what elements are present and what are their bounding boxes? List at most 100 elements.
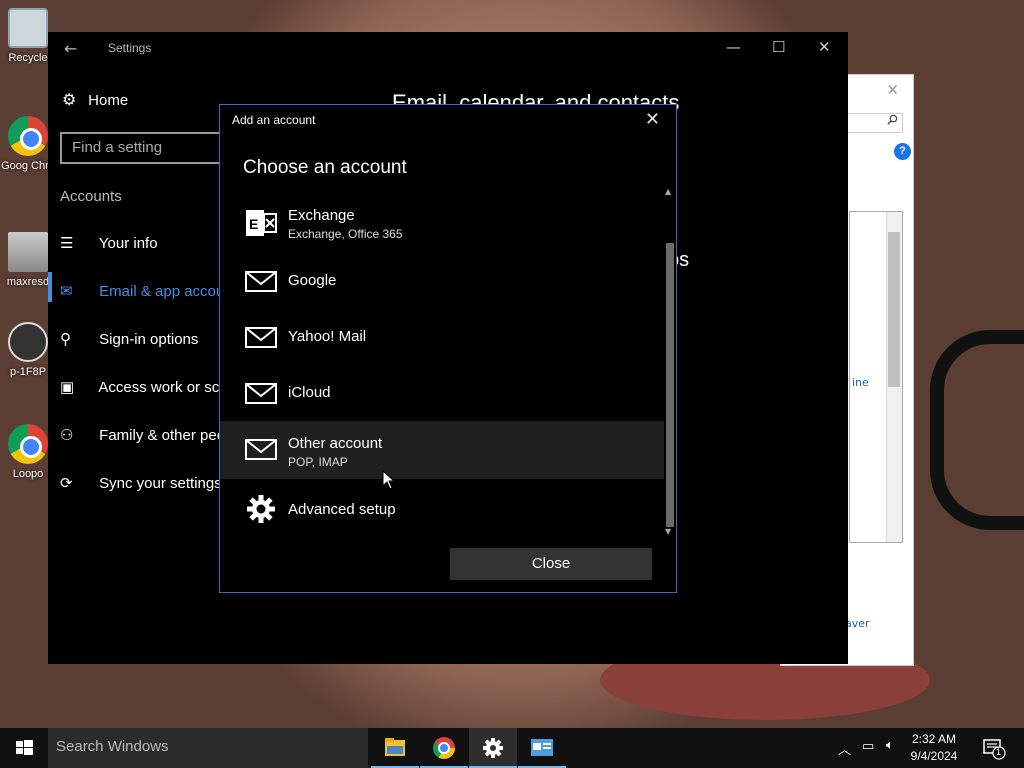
account-option-yahoo[interactable]: Yahoo! Mail (220, 309, 664, 365)
section-label: Accounts (60, 188, 122, 205)
sidebar-item-home[interactable]: ⚙ Home (62, 90, 128, 110)
mail-icon: ✉ (60, 283, 73, 300)
gear-icon (247, 495, 275, 523)
app-window-icon (531, 739, 553, 756)
gear-icon (483, 738, 503, 758)
account-option-google[interactable]: Google (220, 253, 664, 309)
desktop-icon-label: Loopo (12, 468, 44, 480)
taskbar-clock[interactable]: 2:32 AM 9/4/2024 (904, 731, 964, 765)
link-text[interactable]: aver (845, 617, 870, 630)
help-icon[interactable]: ? (894, 143, 911, 160)
close-icon[interactable]: ✕ (886, 81, 899, 99)
taskbar-app-settings[interactable] (469, 728, 517, 768)
key-icon: ⚲ (60, 331, 71, 348)
sidebar-item-email-accounts[interactable]: ✉ Email & app accou (60, 282, 224, 300)
mail-icon (245, 327, 277, 348)
account-subtitle: Exchange, Office 365 (288, 227, 403, 241)
exchange-icon: E (246, 210, 277, 236)
desktop-icon-label: Recycle (8, 52, 48, 64)
window-title: Settings (108, 41, 152, 55)
recycle-bin-icon (8, 8, 48, 48)
close-icon[interactable]: ✕ (645, 109, 660, 130)
sidebar-item-label: Sign-in options (99, 331, 199, 348)
account-name: Exchange (288, 207, 355, 224)
dialog-title: Add an account (232, 113, 316, 127)
desktop-icon-label: Goog Chro (1, 160, 55, 172)
svg-text:E: E (249, 216, 258, 232)
clock-time: 2:32 AM (911, 732, 957, 746)
list-box[interactable]: ine (849, 211, 903, 543)
account-name: Google (288, 272, 337, 289)
sidebar-item-label: Sync your settings (99, 475, 222, 492)
sidebar-item-sync[interactable]: ⟳ Sync your settings (60, 474, 222, 492)
chrome-icon (433, 737, 455, 759)
person-add-icon: ⚇ (60, 427, 74, 444)
sidebar-item-sign-in[interactable]: ⚲ Sign-in options (60, 330, 198, 348)
start-button[interactable] (0, 728, 48, 768)
notification-icon (983, 739, 1006, 760)
taskbar: Search Windows ︿ ▭ 🔈︎ 2:32 AM 9/4/2024 1 (0, 728, 1024, 768)
account-name: Other account (288, 435, 383, 452)
close-icon[interactable]: ✕ (818, 38, 831, 56)
briefcase-icon: ▣ (60, 379, 75, 396)
search-field[interactable] (841, 113, 903, 133)
active-indicator (48, 272, 52, 302)
mail-icon (245, 383, 277, 404)
wallpaper-detail (930, 330, 1024, 530)
scrollbar-thumb[interactable] (888, 232, 900, 387)
taskbar-app-window[interactable] (518, 728, 566, 768)
back-arrow-icon[interactable]: ← (64, 39, 77, 58)
sidebar-item-label: Your info (98, 235, 158, 252)
dialog-heading: Choose an account (243, 157, 407, 178)
account-option-advanced-setup[interactable]: Advanced setup (220, 481, 664, 537)
close-button[interactable]: Close (450, 548, 652, 580)
taskbar-app-file-explorer[interactable] (371, 728, 419, 768)
mouse-cursor-icon (382, 470, 396, 490)
network-icon[interactable]: ▭ (862, 739, 874, 768)
mail-icon (245, 439, 277, 460)
volume-icon[interactable]: 🔈︎ (886, 738, 894, 768)
scroll-down-icon[interactable]: ▼ (665, 527, 671, 536)
folder-icon (385, 738, 405, 756)
file-icon (8, 322, 48, 362)
gear-icon: ⚙ (62, 92, 77, 109)
sidebar-item-your-info[interactable]: ☰ Your info (60, 234, 158, 252)
title-bar[interactable]: ← Settings — ☐ ✕ (48, 32, 848, 64)
chevron-up-icon[interactable]: ︿ (838, 739, 851, 768)
account-option-other[interactable]: Other account POP, IMAP (220, 421, 664, 479)
maximize-icon[interactable]: ☐ (772, 38, 785, 56)
account-option-icloud[interactable]: iCloud (220, 365, 664, 421)
account-subtitle: POP, IMAP (288, 455, 348, 469)
search-icon (887, 114, 898, 125)
sidebar-item-family[interactable]: ⚇ Family & other peo (60, 426, 225, 444)
desktop-icon-label: p-1F8P (9, 366, 47, 378)
clock-date: 9/4/2024 (910, 749, 958, 763)
desktop-icon-label: maxresd (6, 276, 50, 288)
scrollbar-thumb[interactable] (666, 243, 674, 527)
chrome-icon (8, 424, 48, 464)
windows-logo-icon (16, 740, 33, 755)
sidebar-item-label: Home (88, 92, 129, 109)
account-option-exchange[interactable]: E Exchange Exchange, Office 365 (220, 195, 664, 251)
dialog-scrollbar[interactable]: ▲ ▼ (664, 187, 676, 539)
action-center-button[interactable]: 1 (982, 738, 1006, 760)
account-name: Advanced setup (288, 501, 396, 518)
scrollbar[interactable] (886, 212, 902, 542)
account-name: iCloud (288, 384, 331, 401)
add-account-dialog[interactable]: Add an account ✕ Choose an account E Exc… (219, 104, 677, 593)
sidebar-item-label: Access work or sch (98, 379, 228, 396)
taskbar-app-chrome[interactable] (420, 728, 468, 768)
sidebar-item-label: Email & app accou (99, 283, 225, 300)
contact-card-icon: ☰ (60, 235, 74, 252)
chrome-icon (8, 116, 48, 156)
link-text[interactable]: ine (852, 376, 869, 389)
sidebar-item-access-work[interactable]: ▣ Access work or sch (60, 378, 228, 396)
image-file-icon (8, 232, 48, 272)
scroll-up-icon[interactable]: ▲ (665, 187, 671, 196)
taskbar-search-box[interactable]: Search Windows (48, 728, 368, 768)
notification-count: 1 (996, 747, 1002, 757)
sidebar-item-label: Family & other peo (99, 427, 226, 444)
mail-icon (245, 271, 277, 292)
minimize-icon[interactable]: — (726, 38, 741, 56)
account-name: Yahoo! Mail (288, 328, 367, 345)
